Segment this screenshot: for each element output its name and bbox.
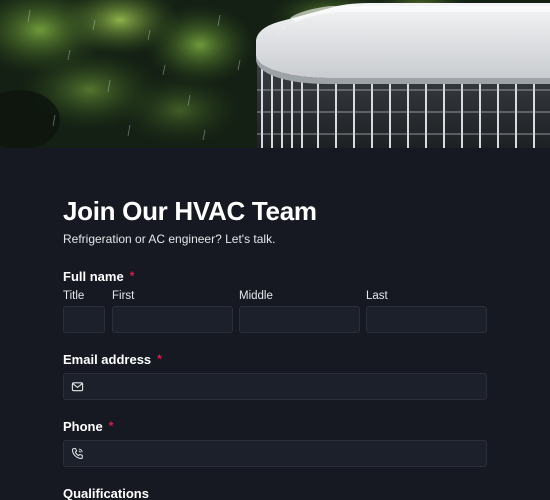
- email-field[interactable]: [63, 373, 487, 400]
- qualifications-label: Qualifications: [63, 486, 149, 500]
- middle-name-input[interactable]: [239, 306, 360, 333]
- ac-unit-rain-photo: [0, 0, 550, 148]
- application-form: Join Our HVAC Team Refrigeration or AC e…: [0, 148, 550, 500]
- form-subtitle: Refrigeration or AC engineer? Let's talk…: [63, 232, 276, 246]
- required-asterisk: *: [108, 419, 114, 433]
- title-sublabel: Title: [63, 290, 85, 302]
- phone-label-text: Phone: [63, 419, 103, 434]
- phone-icon: [71, 448, 83, 460]
- required-asterisk: *: [157, 352, 162, 366]
- last-name-sublabel: Last: [366, 290, 388, 302]
- required-asterisk: *: [129, 269, 135, 283]
- phone-label: Phone *: [63, 419, 113, 434]
- title-input[interactable]: [63, 306, 105, 333]
- form-title: Join Our HVAC Team: [63, 196, 317, 226]
- first-name-sublabel: First: [112, 290, 135, 302]
- envelope-icon: [71, 382, 84, 392]
- full-name-label-text: Full name: [63, 269, 124, 284]
- application-page: Join Our HVAC Team Refrigeration or AC e…: [0, 0, 550, 500]
- phone-field[interactable]: [63, 440, 487, 467]
- full-name-label: Full name *: [63, 269, 134, 284]
- last-name-input[interactable]: [366, 306, 487, 333]
- email-label: Email address *: [63, 352, 162, 367]
- first-name-input[interactable]: [112, 306, 233, 333]
- middle-name-sublabel: Middle: [239, 290, 273, 302]
- email-label-text: Email address: [63, 352, 152, 367]
- hero-image: [0, 0, 550, 148]
